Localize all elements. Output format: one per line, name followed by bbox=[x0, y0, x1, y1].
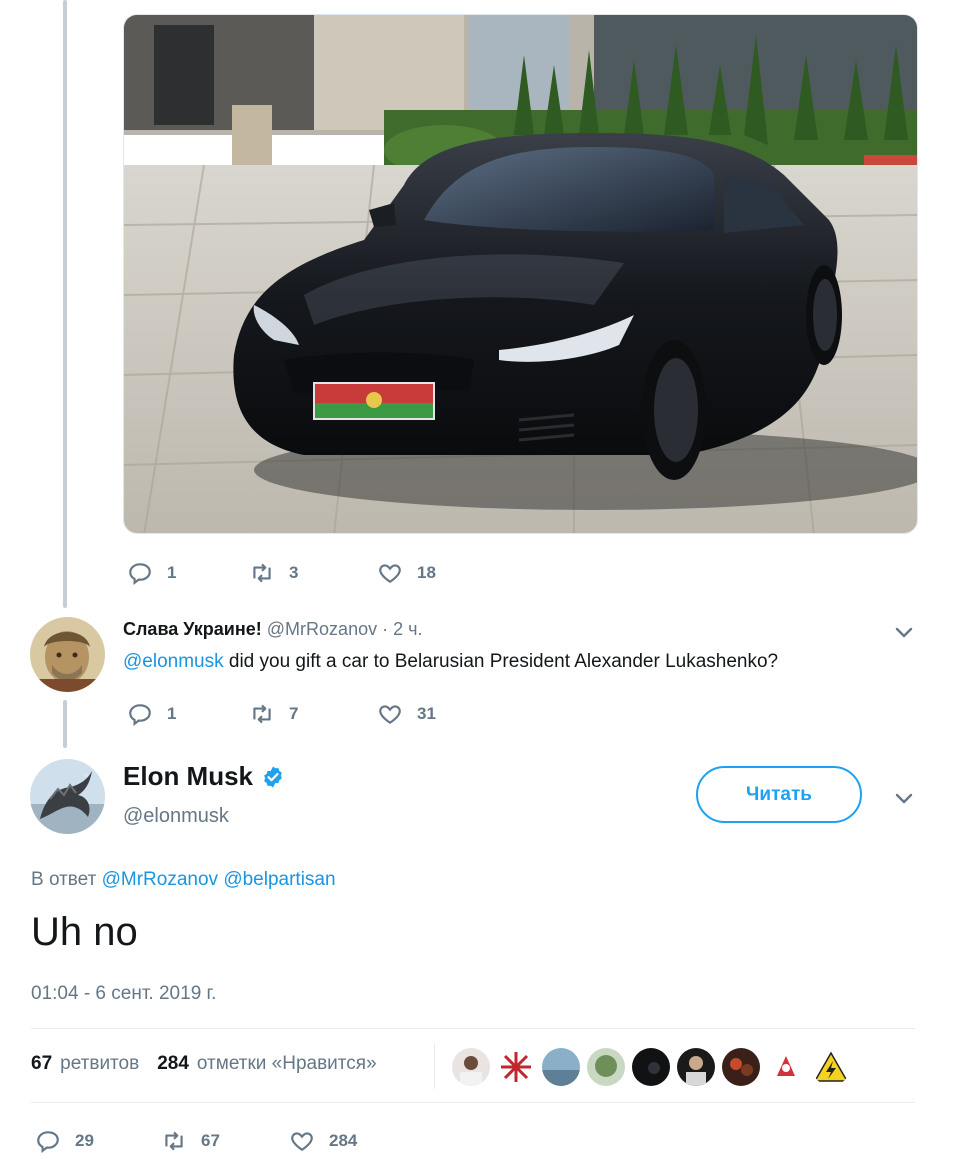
liker-avatar[interactable] bbox=[452, 1048, 490, 1086]
likers-avatars bbox=[452, 1048, 857, 1086]
thread-line-bottom bbox=[63, 700, 67, 748]
retweet-count: 3 bbox=[289, 563, 299, 582]
liker-avatar[interactable] bbox=[587, 1048, 625, 1086]
dragon-sculpture-avatar-icon bbox=[30, 759, 105, 834]
reply-body: did you gift a car to Belarusian Preside… bbox=[223, 651, 779, 672]
avatar-elonmusk[interactable] bbox=[30, 759, 105, 834]
replying-to-belpartisan-link[interactable]: @belpartisan bbox=[223, 869, 335, 890]
author-display-name[interactable]: Elon Musk bbox=[123, 761, 253, 792]
likes-stat[interactable]: 284 отметки «Нравится» bbox=[157, 1053, 376, 1075]
like-action[interactable]: 284 bbox=[289, 1128, 357, 1154]
likes-stat-label: отметки «Нравится» bbox=[196, 1053, 377, 1074]
retweets-stat-count: 67 bbox=[31, 1053, 53, 1074]
liker-avatar[interactable] bbox=[542, 1048, 580, 1086]
reply-header: Слава Украине! @MrRozanov · 2 ч. bbox=[123, 619, 423, 640]
reply-time[interactable]: · 2 ч. bbox=[382, 619, 422, 639]
heart-icon bbox=[291, 1132, 313, 1151]
retweet-icon bbox=[253, 563, 271, 583]
liker-avatar[interactable] bbox=[677, 1048, 715, 1086]
thread-line-top bbox=[63, 0, 67, 608]
stats-separator bbox=[434, 1043, 435, 1089]
liker-avatar[interactable] bbox=[722, 1048, 760, 1086]
reply-actions: 1 7 31 bbox=[127, 701, 436, 727]
replying-to-mrrozanov-link[interactable]: @MrRozanov bbox=[102, 869, 218, 890]
like-action[interactable]: 18 bbox=[377, 560, 436, 586]
retweet-action[interactable]: 67 bbox=[161, 1128, 289, 1154]
follow-button[interactable]: Читать bbox=[696, 766, 862, 823]
reply-action[interactable]: 1 bbox=[127, 560, 249, 586]
verified-badge-icon bbox=[264, 766, 282, 787]
liker-avatar[interactable] bbox=[497, 1048, 535, 1086]
retweet-action[interactable]: 7 bbox=[249, 701, 377, 727]
tweet-above-actions: 1 3 18 bbox=[127, 560, 436, 586]
author-handle[interactable]: @elonmusk bbox=[123, 805, 229, 828]
retweet-count: 67 bbox=[201, 1131, 220, 1150]
retweet-icon bbox=[253, 704, 271, 724]
main-tweet-actions: 29 67 284 bbox=[35, 1128, 357, 1154]
chevron-down-icon[interactable] bbox=[892, 786, 916, 810]
heart-icon bbox=[379, 705, 401, 724]
divider bbox=[31, 1102, 915, 1103]
tweet-stats: 67 ретвитов 284 отметки «Нравится» bbox=[31, 1053, 377, 1075]
car-photo-image bbox=[124, 15, 917, 533]
reply-action[interactable]: 29 bbox=[35, 1128, 161, 1154]
replying-to: В ответ @MrRozanov @belpartisan bbox=[31, 869, 336, 891]
tweet-timestamp[interactable]: 01:04 - 6 сент. 2019 г. bbox=[31, 983, 216, 1005]
author-name[interactable]: Elon Musk bbox=[123, 761, 285, 792]
retweet-count: 7 bbox=[289, 704, 299, 723]
reply-icon bbox=[37, 1131, 59, 1153]
reply-display-name[interactable]: Слава Украине! bbox=[123, 619, 262, 639]
reply-count: 1 bbox=[167, 563, 177, 582]
reply-mention-link[interactable]: @elonmusk bbox=[123, 651, 224, 672]
reply-icon bbox=[129, 704, 151, 726]
reply-count: 1 bbox=[167, 704, 177, 723]
avatar-mrrozanov[interactable] bbox=[30, 617, 105, 692]
like-count: 31 bbox=[417, 704, 436, 723]
like-count: 284 bbox=[329, 1131, 358, 1150]
retweets-stat-label: ретвитов bbox=[60, 1053, 140, 1074]
divider bbox=[31, 1028, 915, 1029]
reply-action[interactable]: 1 bbox=[127, 701, 249, 727]
like-count: 18 bbox=[417, 563, 436, 582]
heart-icon bbox=[379, 564, 401, 583]
retweet-icon bbox=[165, 1131, 183, 1151]
like-action[interactable]: 31 bbox=[377, 701, 436, 727]
reply-count: 29 bbox=[75, 1131, 94, 1150]
reply-handle[interactable]: @MrRozanov bbox=[267, 619, 377, 639]
liker-avatar[interactable] bbox=[632, 1048, 670, 1086]
tweet-photo[interactable] bbox=[123, 14, 918, 534]
reply-icon bbox=[129, 563, 151, 585]
replying-to-prefix: В ответ bbox=[31, 869, 102, 890]
retweets-stat[interactable]: 67 ретвитов bbox=[31, 1053, 139, 1075]
tweet-text: Uh no bbox=[31, 910, 138, 954]
chevron-down-icon[interactable] bbox=[892, 620, 916, 644]
likes-stat-count: 284 bbox=[157, 1053, 189, 1074]
retweet-action[interactable]: 3 bbox=[249, 560, 377, 586]
liker-avatar[interactable] bbox=[767, 1048, 805, 1086]
reply-text: @elonmusk did you gift a car to Belarusi… bbox=[123, 651, 778, 673]
portrait-avatar-icon bbox=[30, 617, 105, 692]
liker-avatar[interactable] bbox=[812, 1048, 850, 1086]
